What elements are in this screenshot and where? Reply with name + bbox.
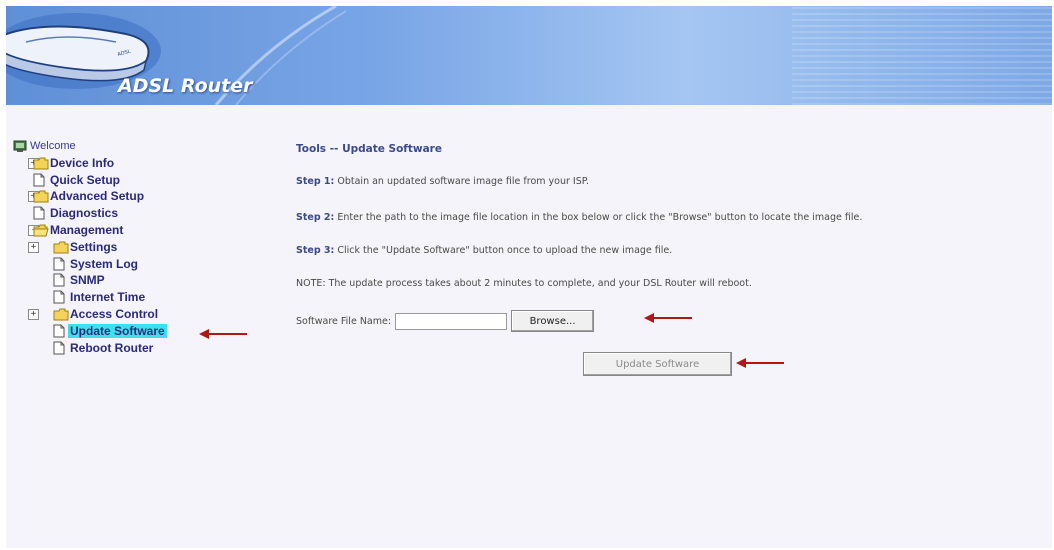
sidebar-item-label: Settings <box>70 239 118 254</box>
page-title: Tools -- Update Software <box>296 143 442 155</box>
sidebar-item-access-control[interactable]: + Access Control <box>13 306 273 322</box>
note-text: NOTE: The update process takes about 2 m… <box>296 278 752 289</box>
step-2: Step 2: Enter the path to the image file… <box>296 212 862 223</box>
page-icon <box>53 340 65 359</box>
step-1: Step 1: Obtain an updated software image… <box>296 176 589 187</box>
step-2-text: Enter the path to the image file locatio… <box>337 212 863 223</box>
expand-icon[interactable]: + <box>28 241 39 253</box>
sidebar-item-quick-setup[interactable]: Quick Setup <box>13 172 273 188</box>
browse-button[interactable]: Browse... <box>511 310 595 332</box>
sidebar-item-system-log[interactable]: System Log <box>13 256 273 272</box>
sidebar-item-device-info[interactable]: + Device Info <box>13 155 273 171</box>
annotation-arrow-update-icon <box>736 358 784 368</box>
sidebar-item-label: Reboot Router <box>70 340 154 355</box>
annotation-arrow-sidebar-icon <box>199 329 247 339</box>
sidebar-item-welcome[interactable]: Welcome <box>13 138 273 154</box>
sidebar-item-label: SNMP <box>70 273 105 288</box>
header-banner: ADSL ADSL Router <box>6 6 1052 105</box>
step-1-text: Obtain an updated software image file fr… <box>337 176 590 187</box>
software-file-input[interactable] <box>395 312 508 330</box>
sidebar-item-diagnostics[interactable]: Diagnostics <box>13 205 273 221</box>
sidebar-item-label: System Log <box>70 256 139 271</box>
step-3-label: Step 3: <box>296 245 335 256</box>
sidebar-item-label: Management <box>50 223 124 237</box>
step-3-text: Click the "Update Software" button once … <box>337 245 673 256</box>
sidebar-item-label: Internet Time <box>70 290 146 305</box>
sidebar-item-internet-time[interactable]: Internet Time <box>13 289 273 305</box>
sidebar-item-label: Welcome <box>30 140 76 152</box>
sidebar-item-snmp[interactable]: SNMP <box>13 272 273 288</box>
expand-icon[interactable]: + <box>28 309 39 320</box>
step-2-label: Step 2: <box>296 212 335 223</box>
annotation-arrow-browse-icon <box>644 313 692 323</box>
sidebar-item-label: Update Software <box>68 323 167 338</box>
brand-logo-text: ADSL Router <box>118 75 253 97</box>
sidebar-item-settings[interactable]: + Settings <box>13 239 273 255</box>
sidebar-item-label: Diagnostics <box>50 206 119 221</box>
file-row: Software File Name: Browse... <box>296 310 595 332</box>
sidebar-item-advanced-setup[interactable]: + Advanced Setup <box>13 188 273 204</box>
page-frame: ADSL ADSL Router Welcome + Device Info Quic… <box>6 6 1052 548</box>
sidebar-item-label: Advanced Setup <box>50 189 145 204</box>
step-1-label: Step 1: <box>296 176 335 187</box>
sidebar-item-label: Access Control <box>70 307 159 321</box>
sidebar-item-label: Quick Setup <box>50 172 121 187</box>
step-3: Step 3: Click the "Update Software" butt… <box>296 245 672 256</box>
sidebar-item-management[interactable]: - Management <box>13 222 273 238</box>
sidebar-item-label: Device Info <box>50 155 115 170</box>
file-name-label: Software File Name: <box>296 315 392 327</box>
banner-stripes <box>792 6 1052 105</box>
update-software-button[interactable]: Update Software <box>583 352 732 376</box>
